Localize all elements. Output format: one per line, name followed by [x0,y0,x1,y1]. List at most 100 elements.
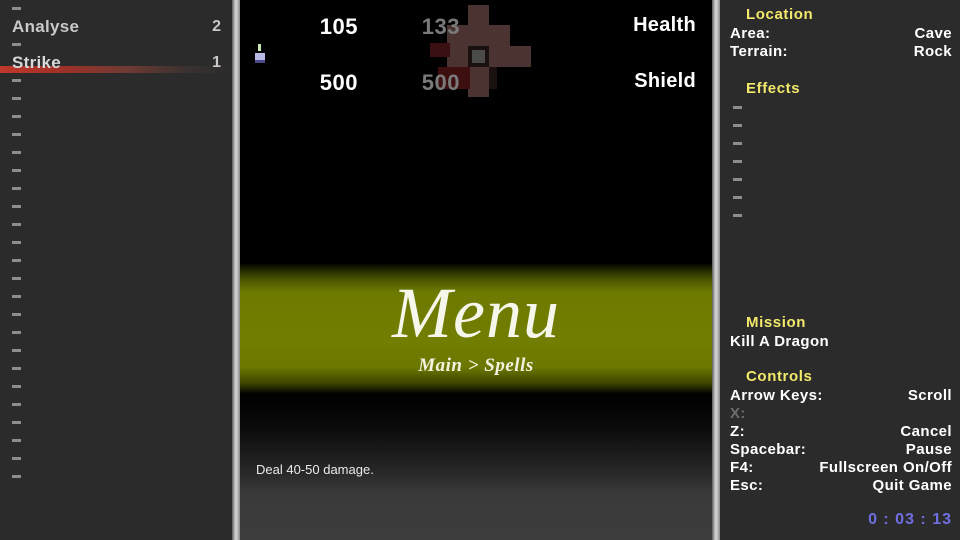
control-action: Scroll [907,387,952,404]
spell-empty-slot [0,72,232,90]
panel-divider-right [712,0,720,540]
control-action: Quit Game [872,477,952,494]
info-panel: Location Area: Cave Terrain: Rock Effect… [720,0,960,540]
effect-empty-slot [733,142,742,145]
spell-empty-slot [0,414,232,432]
control-key: Spacebar: [730,441,807,458]
control-row: X: [720,405,960,423]
info-row-area: Area: Cave [720,25,960,43]
mission-heading: Mission [746,314,807,331]
control-row: Esc: Quit Game [720,477,960,495]
health-max: 133 [421,14,460,39]
spell-name: Analyse [12,17,80,36]
control-key: F4: [730,459,754,476]
control-key: Z: [730,423,745,440]
dash-icon [12,115,21,118]
spell-description: Deal 40-50 damage. [256,462,374,477]
dash-icon [12,97,21,100]
effect-empty-slot [733,178,742,181]
effect-empty-slot [733,106,742,109]
controls-heading: Controls [746,368,813,385]
control-action: Pause [905,441,952,458]
effect-empty-slot [733,196,742,199]
dash-icon [12,169,21,172]
area-key: Area: [730,25,771,42]
dash-icon [12,349,21,352]
health-label: Health [633,14,696,36]
spell-empty-slot [0,450,232,468]
spell-empty-slot [0,324,232,342]
description-tray: Deal 40-50 damage. [240,394,712,540]
info-row-terrain: Terrain: Rock [720,43,960,61]
spell-empty-slot [0,432,232,450]
control-row: Spacebar: Pause [720,441,960,459]
dash-icon [12,205,21,208]
battle-stage: 105 133 Health 500 500 Shield [240,0,712,265]
spell-empty-slot [0,144,232,162]
dash-icon [12,295,21,298]
shield-current: 500 [319,70,358,95]
spell-item[interactable]: Analyse 2 [0,17,232,36]
dash-icon [12,331,21,334]
control-action: Fullscreen On/Off [819,459,952,476]
spell-empty-slot [0,162,232,180]
dash-icon [12,7,21,10]
player-sprite [251,44,269,64]
dash-icon [12,223,21,226]
dash-icon [12,367,21,370]
spell-empty-slot [0,396,232,414]
spell-empty-slot [0,180,232,198]
shield-max: 500 [421,70,460,95]
spell-list-panel: Analyse 2 Strike 1 [0,0,232,540]
spell-empty-slot [0,342,232,360]
spell-empty-slot [0,288,232,306]
dash-icon [12,79,21,82]
dash-icon [12,439,21,442]
dash-icon [12,475,21,478]
spell-empty-slot [0,90,232,108]
menu-title: Menu [392,273,560,353]
game-timer: 0 : 03 : 13 [868,511,952,528]
spell-empty-slot [0,468,232,486]
spell-empty-slot [0,216,232,234]
control-row: Z: Cancel [720,423,960,441]
dash-icon [12,277,21,280]
spell-cost: 1 [212,54,221,71]
area-value: Cave [914,25,952,42]
control-key: X: [730,405,746,422]
dash-icon [12,385,21,388]
spell-empty-slot [0,198,232,216]
spell-empty-slot [0,108,232,126]
location-heading: Location [746,6,814,23]
control-action: Cancel [900,423,952,440]
panel-divider-left [232,0,240,540]
spell-item[interactable]: Strike 1 [0,53,232,73]
terrain-value: Rock [913,43,952,60]
dash-icon [12,421,21,424]
menu-banner: Menu Main > Spells [240,263,712,394]
control-row: F4: Fullscreen On/Off [720,459,960,477]
breadcrumb: Main > Spells [418,355,534,376]
control-row: Arrow Keys: Scroll [720,387,960,405]
spell-empty-slot [0,252,232,270]
dash-icon [12,133,21,136]
health-current: 105 [319,14,358,39]
spell-empty-slot [0,360,232,378]
control-key: Esc: [730,477,764,494]
spell-name: Strike [12,53,62,72]
control-key: Arrow Keys: [730,387,823,404]
effect-empty-slot [733,124,742,127]
game-screen: Analyse 2 Strike 1 105 133 Health 500 50… [0,0,960,540]
effect-empty-slot [733,160,742,163]
spell-empty-slot [0,306,232,324]
mission-text: Kill A Dragon [730,333,830,350]
effect-empty-slot [733,214,742,217]
dash-icon [12,403,21,406]
effects-heading: Effects [746,80,801,97]
dash-icon [12,457,21,460]
dash-icon [12,241,21,244]
spell-cost: 2 [212,18,221,35]
spell-empty-slot [0,234,232,252]
center-panel: 105 133 Health 500 500 Shield Menu Main … [240,0,712,540]
spell-empty-slot [0,270,232,288]
